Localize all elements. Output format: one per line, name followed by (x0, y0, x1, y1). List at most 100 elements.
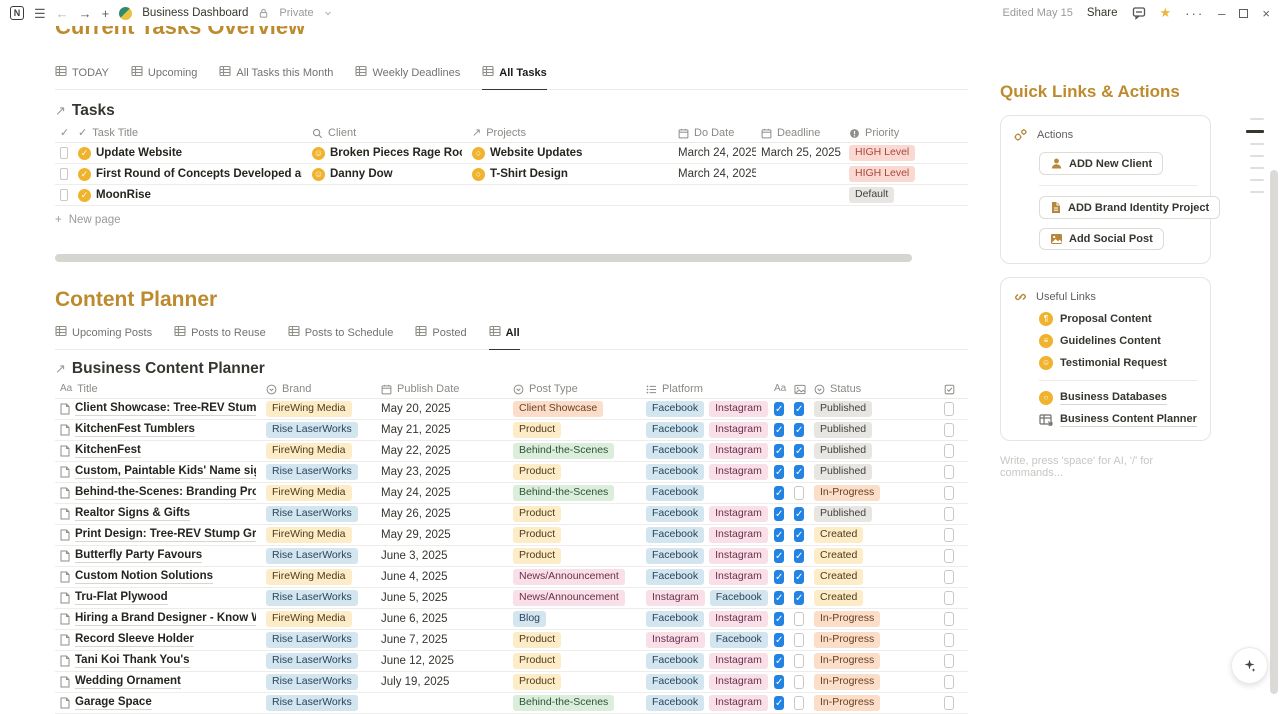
brand-cell[interactable]: Rise LaserWorks (261, 546, 376, 566)
post-type-badge[interactable]: Product (513, 527, 561, 543)
brand-badge[interactable]: Rise LaserWorks (266, 506, 358, 522)
view-tab[interactable]: TODAY (55, 64, 109, 89)
task-title[interactable]: MoonRise (96, 189, 151, 201)
outline-dash-current[interactable] (1246, 130, 1264, 133)
platform-badge[interactable]: Facebook (646, 485, 704, 501)
publish-date-cell[interactable]: June 7, 2025 (376, 630, 508, 650)
post-title[interactable]: Tru-Flat Plywood (75, 591, 168, 605)
publish-date-cell[interactable]: May 22, 2025 (376, 441, 508, 461)
client-cell[interactable]: ☺Broken Pieces Rage Room (307, 143, 467, 163)
caption-checkbox[interactable]: ✓ (774, 654, 784, 668)
horizontal-scrollbar[interactable] (55, 254, 968, 262)
image-checkbox[interactable]: ✓ (794, 507, 804, 521)
column-header[interactable]: ✓Task Title (73, 124, 307, 142)
featured-checkbox[interactable] (944, 549, 954, 563)
post-title[interactable]: Wedding Ornament (75, 675, 181, 689)
page-title-breadcrumb[interactable]: Business Dashboard (142, 7, 248, 19)
status-badge[interactable]: In-Progress (814, 653, 880, 669)
post-title[interactable]: Garage Space (75, 696, 152, 710)
platform-badge[interactable]: Facebook (646, 422, 704, 438)
status-cell[interactable]: Published (809, 462, 939, 482)
post-type-cell[interactable]: News/Announcement (508, 588, 641, 608)
content-row[interactable]: Behind-the-Scenes: Branding Process Peek… (55, 483, 968, 504)
content-row[interactable]: KitchenFestFireWing MediaMay 22, 2025Beh… (55, 441, 968, 462)
caption-checkbox[interactable]: ✓ (774, 486, 784, 500)
brand-cell[interactable]: Rise LaserWorks (261, 630, 376, 650)
brand-badge[interactable]: Rise LaserWorks (266, 674, 358, 690)
image-checkbox[interactable]: ✓ (794, 444, 804, 458)
brand-cell[interactable]: Rise LaserWorks (261, 420, 376, 440)
status-cell[interactable]: Published (809, 420, 939, 440)
post-title-cell[interactable]: Tru-Flat Plywood (55, 588, 261, 608)
column-header[interactable]: Publish Date (376, 380, 508, 398)
image-checkbox[interactable]: ✓ (794, 549, 804, 563)
platform-cell[interactable]: FacebookInstagramLink (641, 609, 769, 629)
content-db-title[interactable]: Business Content Planner (72, 360, 265, 378)
do-date-cell[interactable]: March 24, 2025 (673, 143, 756, 163)
column-header[interactable]: Brand (261, 380, 376, 398)
useful-link-business-databases[interactable]: ○Business Databases (1039, 391, 1198, 405)
post-title[interactable]: Print Design: Tree-REV Stump Grinding (75, 528, 256, 542)
publish-date-cell[interactable]: May 29, 2025 (376, 525, 508, 545)
featured-checkbox[interactable] (944, 402, 954, 416)
status-badge[interactable]: Published (814, 443, 872, 459)
brand-badge[interactable]: Rise LaserWorks (266, 464, 358, 480)
caption-checkbox[interactable]: ✓ (774, 633, 784, 647)
status-cell[interactable]: Created (809, 525, 939, 545)
platform-badge[interactable]: Instagram (646, 632, 705, 648)
project-name[interactable]: Website Updates (490, 147, 582, 159)
status-badge[interactable]: In-Progress (814, 695, 880, 711)
platform-cell[interactable]: FacebookInstagram (641, 462, 769, 482)
status-badge[interactable]: Published (814, 422, 872, 438)
platform-badge[interactable]: Facebook (646, 401, 704, 417)
platform-badge[interactable]: Instagram (709, 506, 768, 522)
content-row[interactable]: Client Showcase: Tree-REV Stump Grinding… (55, 399, 968, 420)
status-cell[interactable]: Published (809, 504, 939, 524)
status-cell[interactable]: In-Progress (809, 672, 939, 692)
do-date-cell[interactable] (673, 185, 756, 205)
post-type-cell[interactable]: Product (508, 525, 641, 545)
row-checkbox[interactable] (60, 189, 68, 201)
platform-cell[interactable]: FacebookInstagram (641, 399, 769, 419)
post-type-cell[interactable]: Product (508, 651, 641, 671)
image-checkbox[interactable]: ✓ (794, 528, 804, 542)
column-header[interactable]: ✓ (55, 124, 73, 142)
outline-dash[interactable] (1250, 179, 1264, 181)
platform-badge[interactable]: Instagram (646, 590, 705, 606)
column-header[interactable]: Priority (844, 124, 959, 142)
post-type-cell[interactable]: Product (508, 420, 641, 440)
caption-checkbox[interactable]: ✓ (774, 444, 784, 458)
platform-badge[interactable]: Instagram (709, 422, 768, 438)
brand-badge[interactable]: Rise LaserWorks (266, 632, 358, 648)
post-title[interactable]: Custom, Paintable Kids' Name signs (75, 465, 256, 479)
status-badge[interactable]: Published (814, 506, 872, 522)
publish-date-cell[interactable]: June 5, 2025 (376, 588, 508, 608)
platform-cell[interactable]: FacebookInstagram (641, 672, 769, 692)
post-type-badge[interactable]: Product (513, 674, 561, 690)
platform-cell[interactable]: FacebookInstagramLink (641, 651, 769, 671)
featured-checkbox[interactable] (944, 465, 954, 479)
platform-badge[interactable]: Facebook (710, 632, 768, 648)
publish-date-cell[interactable]: June 4, 2025 (376, 567, 508, 587)
task-row[interactable]: ✓First Round of Concepts Developed and S… (55, 164, 968, 185)
post-type-badge[interactable]: Product (513, 548, 561, 564)
content-row[interactable]: Realtor Signs & GiftsRise LaserWorksMay … (55, 504, 968, 525)
post-type-badge[interactable]: Product (513, 464, 561, 480)
post-title[interactable]: Butterfly Party Favours (75, 549, 202, 563)
post-title[interactable]: Hiring a Brand Designer - Know What to A… (75, 612, 256, 626)
post-title-cell[interactable]: Tani Koi Thank You's (55, 651, 261, 671)
platform-badge[interactable]: Instagram (709, 653, 768, 669)
priority-badge[interactable]: HIGH Level (849, 166, 915, 182)
brand-badge[interactable]: Rise LaserWorks (266, 590, 358, 606)
platform-cell[interactable]: Instagram Facebook (641, 630, 769, 650)
status-cell[interactable]: Published (809, 399, 939, 419)
caption-checkbox[interactable]: ✓ (774, 402, 784, 416)
deadline-cell[interactable]: March 25, 2025 (756, 143, 844, 163)
action-button-add-social-post[interactable]: Add Social Post (1039, 228, 1164, 250)
content-row[interactable]: Print Design: Tree-REV Stump GrindingFir… (55, 525, 968, 546)
image-checkbox[interactable] (794, 654, 804, 668)
brand-badge[interactable]: Rise LaserWorks (266, 653, 358, 669)
priority-badge[interactable]: HIGH Level (849, 145, 915, 161)
share-button[interactable]: Share (1087, 7, 1118, 19)
client-cell[interactable]: ☺Danny Dow (307, 164, 467, 184)
